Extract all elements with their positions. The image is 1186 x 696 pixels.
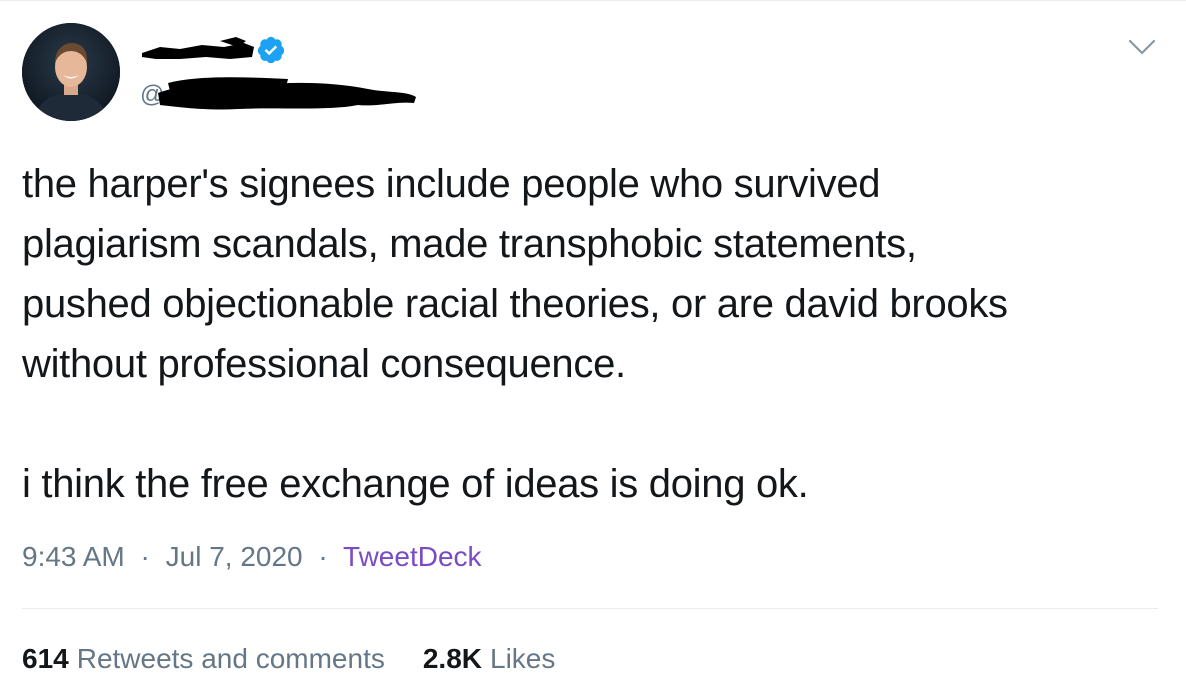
chevron-down-icon[interactable] (1126, 35, 1158, 59)
tweet-header: @ (22, 23, 460, 123)
verified-badge-icon (257, 36, 285, 64)
handle-redaction-mark (158, 77, 416, 110)
meta-separator: · (318, 541, 328, 572)
likes-count: 2.8K (422, 643, 483, 674)
tweet-meta: 9:43 AM · Jul 7, 2020 · TweetDeck (22, 541, 482, 573)
retweets-label: Retweets and comments (76, 643, 385, 674)
meta-separator: · (140, 541, 150, 572)
avatar-photo (22, 23, 120, 121)
tweet-text: the harper's signees include people who … (22, 162, 1008, 506)
tweet-date[interactable]: Jul 7, 2020 (166, 541, 303, 572)
tweet-source-link[interactable]: TweetDeck (343, 541, 482, 572)
author-names: @ (140, 23, 460, 123)
tweet-time[interactable]: 9:43 AM (22, 541, 125, 572)
avatar[interactable] (22, 23, 120, 121)
retweets-count: 614 (22, 643, 69, 674)
tweet-stats: 614 Retweets and comments 2.8K Likes (22, 643, 593, 675)
retweets-stat[interactable]: 614 Retweets and comments (22, 643, 385, 675)
likes-label: Likes (490, 643, 556, 674)
divider (22, 608, 1158, 609)
tweet-card: @ the harper's signees include people wh… (0, 0, 1186, 696)
likes-stat[interactable]: 2.8K Likes (423, 643, 556, 675)
name-redaction-mark (142, 37, 254, 59)
